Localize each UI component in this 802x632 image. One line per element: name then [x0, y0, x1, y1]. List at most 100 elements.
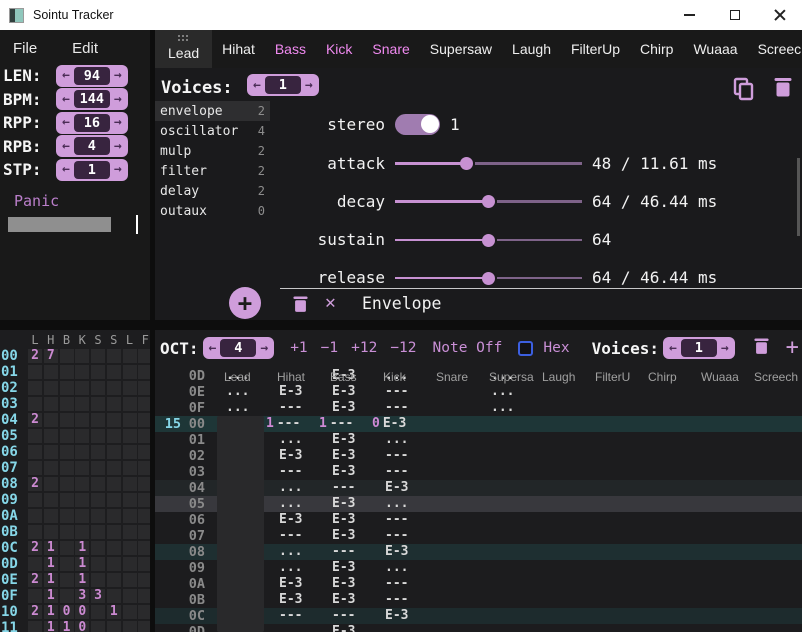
note-cell[interactable]: E-3 [270, 448, 323, 464]
order-cell[interactable] [123, 477, 137, 491]
order-cell[interactable] [60, 477, 74, 491]
order-cell[interactable] [28, 365, 42, 379]
note-off-button[interactable]: Note Off [433, 340, 503, 356]
order-cell[interactable] [123, 557, 137, 571]
note-cell[interactable]: E-3 [323, 400, 376, 416]
note-cell[interactable]: --- [376, 448, 429, 464]
order-cell[interactable] [107, 477, 121, 491]
transpose-button-−12[interactable]: −12 [390, 340, 416, 356]
delete-unit-button[interactable] [292, 294, 309, 319]
order-cell[interactable] [75, 525, 89, 539]
note-cell[interactable]: 0E-3 [376, 416, 429, 432]
note-cell[interactable]: E-3 [323, 576, 376, 592]
order-cell[interactable] [44, 413, 58, 427]
unit-item-oscillator[interactable]: oscillator4 [155, 121, 270, 141]
order-cell[interactable] [123, 573, 137, 587]
note-cell[interactable]: ... [270, 432, 323, 448]
delete-instrument-button[interactable] [773, 75, 793, 104]
order-cell[interactable] [60, 365, 74, 379]
note-cell[interactable]: E-3 [323, 448, 376, 464]
order-cell[interactable] [91, 605, 105, 619]
stepper-increment-button[interactable]: → [110, 68, 126, 83]
copy-instrument-button[interactable] [733, 77, 755, 106]
note-cell[interactable]: --- [376, 384, 429, 400]
stepper-value[interactable]: 144 [74, 90, 110, 108]
stepper-increment-button[interactable]: → [110, 92, 126, 107]
add-track-button[interactable]: + [786, 337, 799, 359]
stepper-decrement-button[interactable]: ← [58, 162, 74, 177]
stepper-value[interactable]: 1 [681, 339, 717, 357]
note-cell[interactable]: E-3 [376, 608, 429, 624]
unit-item-filter[interactable]: filter2 [155, 161, 270, 181]
order-cell[interactable] [107, 557, 121, 571]
order-cell[interactable] [91, 621, 105, 632]
order-cell[interactable] [91, 573, 105, 587]
order-cell[interactable] [91, 397, 105, 411]
stepper-increment-button[interactable]: → [256, 341, 272, 356]
tab-laugh[interactable]: Laugh [502, 30, 561, 68]
order-cell[interactable] [123, 461, 137, 475]
slider-handle[interactable] [482, 272, 495, 285]
note-cell[interactable]: E-3 [323, 592, 376, 608]
menu-item-edit[interactable]: Edit [72, 40, 98, 57]
order-cell[interactable] [107, 621, 121, 632]
note-cell[interactable]: --- [323, 544, 376, 560]
order-cell[interactable] [75, 461, 89, 475]
order-cell[interactable] [44, 429, 58, 443]
order-cell[interactable]: 2 [28, 573, 42, 587]
order-cell[interactable] [44, 397, 58, 411]
order-cell[interactable] [138, 413, 150, 427]
order-cell[interactable]: 1 [44, 573, 58, 587]
order-cell[interactable] [75, 429, 89, 443]
order-cell[interactable] [107, 349, 121, 363]
stepper-value[interactable]: 4 [220, 339, 256, 357]
note-cell[interactable]: E-3 [323, 496, 376, 512]
note-cell[interactable]: ... [376, 432, 429, 448]
note-cell[interactable]: ... [482, 400, 535, 416]
order-cell[interactable] [107, 573, 121, 587]
stepper-increment-button[interactable]: → [301, 78, 317, 93]
order-cell[interactable] [91, 413, 105, 427]
order-cell[interactable] [44, 461, 58, 475]
order-cell[interactable] [60, 397, 74, 411]
order-cell[interactable] [107, 589, 121, 603]
order-cell[interactable]: 2 [28, 349, 42, 363]
note-cell[interactable]: ... [217, 400, 270, 416]
order-cell[interactable] [138, 621, 150, 632]
order-cell[interactable] [91, 445, 105, 459]
note-cell[interactable]: ... [270, 544, 323, 560]
stepper-increment-button[interactable]: → [110, 115, 126, 130]
order-cell[interactable] [123, 429, 137, 443]
order-cell[interactable] [123, 605, 137, 619]
params-scrollbar[interactable] [797, 158, 800, 236]
note-cell[interactable]: E-3 [270, 384, 323, 400]
note-cell[interactable]: E-3 [323, 512, 376, 528]
note-cell[interactable]: 1--- [323, 416, 376, 432]
order-cell[interactable] [28, 621, 42, 632]
order-cell[interactable] [60, 573, 74, 587]
note-cell[interactable]: E-3 [323, 528, 376, 544]
order-cell[interactable]: 1 [44, 557, 58, 571]
order-cell[interactable]: 2 [28, 477, 42, 491]
order-cell[interactable] [75, 365, 89, 379]
stepper-increment-button[interactable]: → [110, 162, 126, 177]
stereo-toggle[interactable] [395, 114, 440, 135]
maximize-button[interactable] [712, 0, 757, 30]
slider-handle[interactable] [482, 195, 495, 208]
note-cell[interactable]: --- [270, 400, 323, 416]
stepper-value[interactable]: 1 [74, 161, 110, 179]
order-cell[interactable] [138, 429, 150, 443]
transpose-button-−1[interactable]: −1 [321, 340, 338, 356]
order-cell[interactable] [123, 493, 137, 507]
order-cell[interactable] [107, 381, 121, 395]
order-cell[interactable] [138, 493, 150, 507]
note-cell[interactable]: ... [270, 480, 323, 496]
tab-hihat[interactable]: Hihat [212, 30, 265, 68]
order-cell[interactable] [138, 461, 150, 475]
tab-snare[interactable]: Snare [362, 30, 419, 68]
order-cell[interactable] [44, 381, 58, 395]
order-cell[interactable] [44, 477, 58, 491]
note-cell[interactable]: --- [270, 464, 323, 480]
order-cell[interactable] [123, 365, 137, 379]
note-cell[interactable]: E-3 [323, 384, 376, 400]
